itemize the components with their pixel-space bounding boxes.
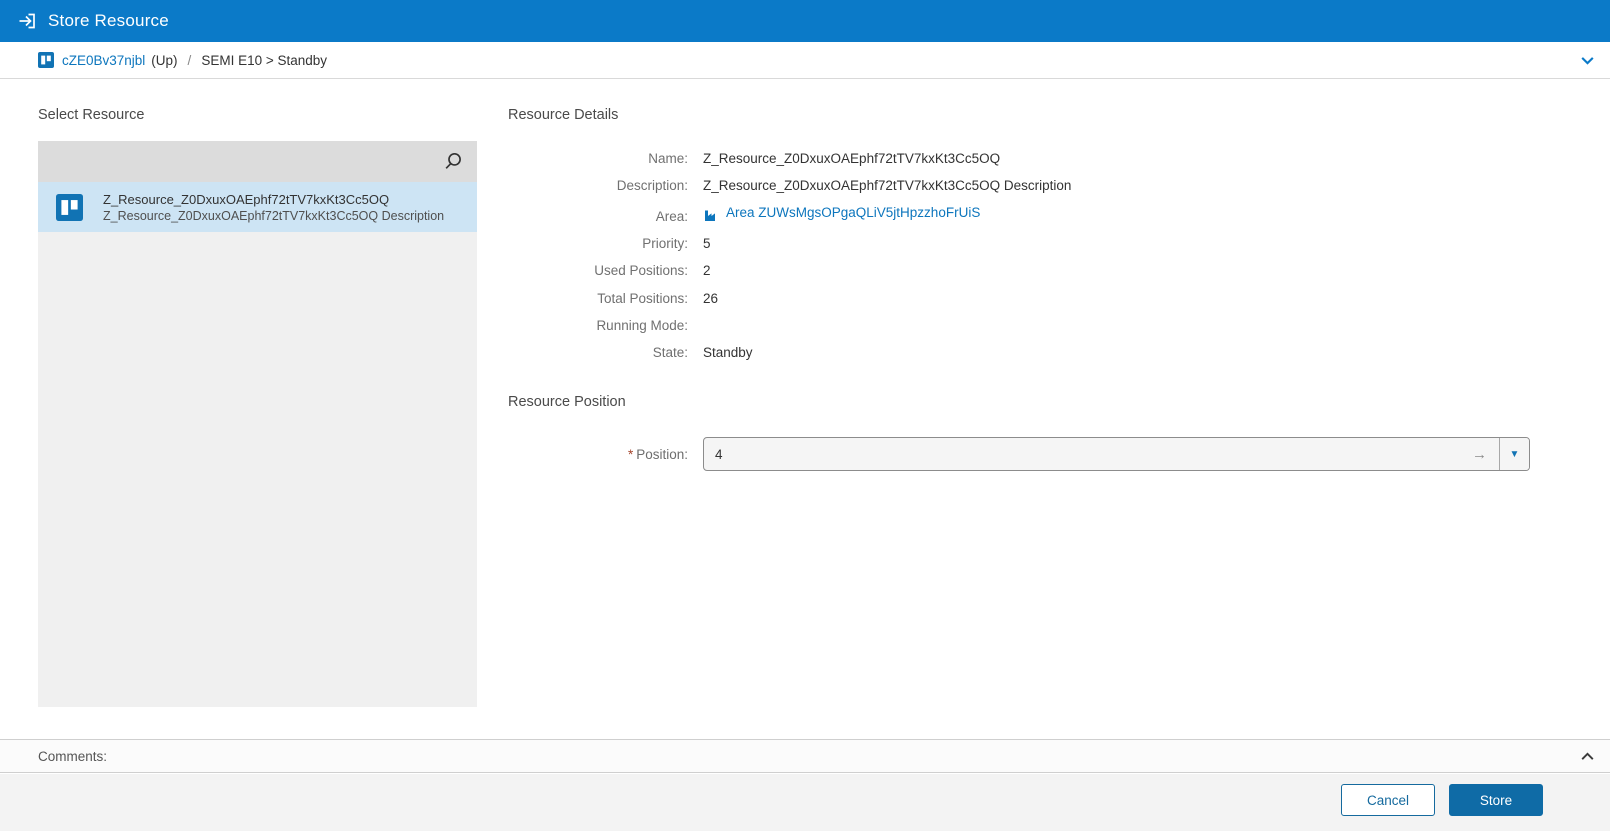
store-resource-icon [17, 11, 37, 31]
store-button[interactable]: Store [1449, 784, 1543, 816]
dropdown-arrow-icon: ▼ [1510, 449, 1520, 460]
breadcrumb-state-path: SEMI E10 > Standby [201, 53, 327, 68]
detail-row-state: State: Standby [508, 339, 1530, 366]
detail-label: Running Mode: [508, 312, 688, 339]
detail-row-name: Name: Z_Resource_Z0DxuxOAEphf72tTV7kxKt3… [508, 145, 1530, 172]
detail-label: Description: [508, 172, 688, 199]
position-row: *Position: → ▼ [508, 437, 1530, 471]
select-resource-panel: Select Resource Z_Resource_Z0DxuxOAEphf7… [38, 107, 477, 707]
detail-row-used-positions: Used Positions: 2 [508, 257, 1530, 284]
go-to-icon[interactable]: → [1466, 446, 1499, 463]
resource-item-title: Z_Resource_Z0DxuxOAEphf72tTV7kxKt3Cc5OQ [103, 192, 444, 207]
resource-list: Z_Resource_Z0DxuxOAEphf72tTV7kxKt3Cc5OQ … [38, 182, 477, 707]
position-dropdown-button[interactable]: ▼ [1499, 438, 1529, 470]
resource-details-panel: Resource Details Name: Z_Resource_Z0Dxux… [508, 107, 1530, 471]
position-label: *Position: [508, 447, 688, 462]
footer: Cancel Store [0, 774, 1610, 831]
detail-label: State: [508, 339, 688, 366]
breadcrumb-up-suffix: (Up) [151, 53, 177, 68]
position-input[interactable] [704, 438, 1466, 470]
detail-row-description: Description: Z_Resource_Z0DxuxOAEphf72tT… [508, 172, 1530, 199]
comments-band: Comments: [0, 739, 1610, 773]
cancel-button[interactable]: Cancel [1341, 784, 1435, 816]
select-resource-heading: Select Resource [38, 107, 477, 123]
detail-label: Priority: [508, 230, 688, 257]
detail-row-priority: Priority: 5 [508, 230, 1530, 257]
resource-item-description: Z_Resource_Z0DxuxOAEphf72tTV7kxKt3Cc5OQ … [103, 209, 444, 223]
resource-list-item[interactable]: Z_Resource_Z0DxuxOAEphf72tTV7kxKt3Cc5OQ … [38, 182, 477, 232]
position-field: → ▼ [703, 437, 1530, 471]
detail-row-total-positions: Total Positions: 26 [508, 285, 1530, 312]
detail-value: Z_Resource_Z0DxuxOAEphf72tTV7kxKt3Cc5OQ … [703, 172, 1071, 199]
chevron-down-icon[interactable] [1579, 52, 1596, 69]
detail-label: Area: [508, 203, 688, 230]
breadcrumb: cZE0Bv37njbl (Up) / SEMI E10 > Standby [0, 42, 1610, 79]
detail-value: 26 [703, 285, 718, 312]
resource-entity-icon [56, 194, 83, 221]
detail-label: Total Positions: [508, 285, 688, 312]
resource-search-bar [38, 141, 477, 182]
detail-value: Standby [703, 339, 753, 366]
required-marker: * [628, 447, 633, 462]
resource-item-text: Z_Resource_Z0DxuxOAEphf72tTV7kxKt3Cc5OQ … [103, 192, 444, 223]
chevron-up-icon[interactable] [1579, 748, 1596, 765]
app-header: Store Resource [0, 0, 1610, 42]
detail-row-running-mode: Running Mode: [508, 312, 1530, 339]
area-link-label: Area ZUWsMgsOPgaQLiV5jtHpzzhoFrUiS [726, 199, 980, 226]
resource-position-heading: Resource Position [508, 394, 1530, 410]
breadcrumb-separator: / [188, 53, 192, 68]
resource-search-input[interactable] [38, 141, 477, 182]
resource-details-rows: Name: Z_Resource_Z0DxuxOAEphf72tTV7kxKt3… [508, 145, 1530, 366]
comments-label: Comments: [38, 749, 107, 764]
resource-entity-icon [38, 52, 54, 68]
detail-label: Used Positions: [508, 257, 688, 284]
position-label-text: Position: [636, 447, 688, 462]
area-link[interactable]: Area ZUWsMgsOPgaQLiV5jtHpzzhoFrUiS [703, 199, 980, 226]
page-title: Store Resource [48, 11, 169, 31]
search-icon[interactable] [443, 151, 464, 172]
area-factory-icon [703, 207, 719, 223]
detail-value: 5 [703, 230, 711, 257]
detail-row-area: Area: Area ZUWsMgsOPgaQLiV5jtHpzzhoFrUiS [508, 199, 1530, 230]
resource-details-heading: Resource Details [508, 107, 1530, 123]
detail-value: 2 [703, 257, 711, 284]
breadcrumb-entity-link[interactable]: cZE0Bv37njbl [62, 53, 145, 68]
detail-label: Name: [508, 145, 688, 172]
detail-value: Z_Resource_Z0DxuxOAEphf72tTV7kxKt3Cc5OQ [703, 145, 1000, 172]
